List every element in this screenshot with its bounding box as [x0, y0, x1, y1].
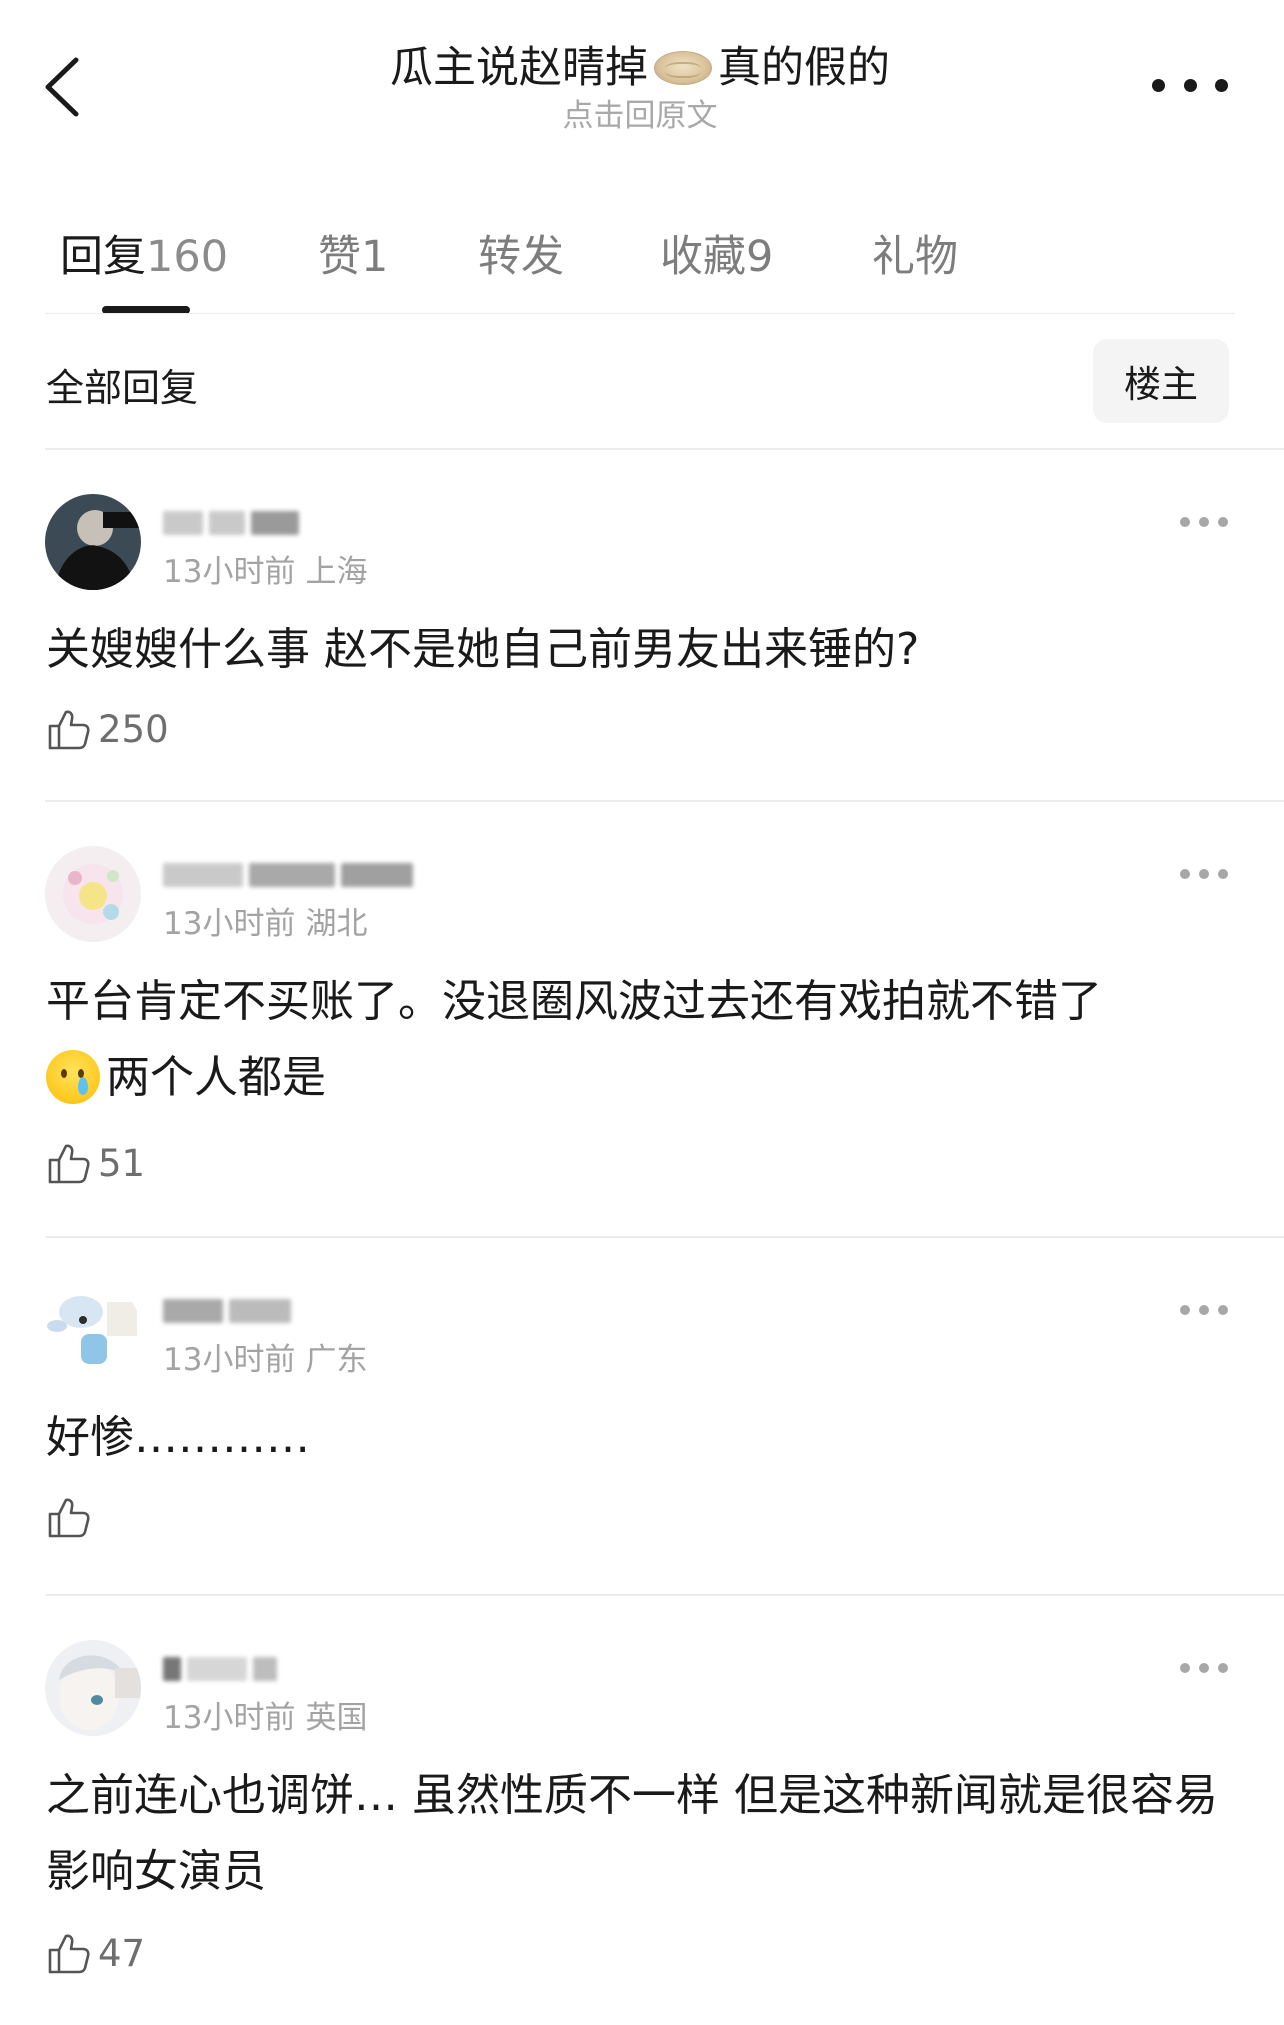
divider: [45, 448, 1284, 450]
comment-more-button[interactable]: [1180, 1302, 1228, 1318]
comment-time: 13小时前: [163, 1342, 296, 1378]
post-title-text-start: 瓜主说赵晴掉: [390, 43, 648, 93]
avatar-image: [45, 846, 141, 942]
username-blurred[interactable]: [163, 1652, 277, 1686]
thumbs-up-icon: [48, 1934, 90, 1974]
more-options-button[interactable]: [1152, 70, 1228, 100]
reply-filter-row: 全部回复 楼主: [0, 335, 1284, 445]
tab-replies-count: 160: [146, 232, 229, 282]
divider: [45, 1594, 1284, 1596]
tab-likes-count: 1: [361, 232, 389, 282]
tab-bar: 回复160 赞1 转发 收藏9 礼物: [0, 210, 1284, 315]
username-blurred[interactable]: [163, 858, 413, 892]
avatar[interactable]: [45, 1282, 141, 1378]
tab-gifts[interactable]: 礼物: [872, 222, 958, 284]
like-count: 47: [98, 1931, 146, 1975]
dot-icon: [1152, 78, 1165, 92]
title-block: 瓜主说赵晴掉 真的假的 点击回原文: [300, 40, 980, 136]
avatar-image: [45, 494, 141, 590]
thumbs-up-icon: [48, 1498, 90, 1538]
comment-time: 13小时前: [163, 1700, 296, 1736]
post-title-text-end: 真的假的: [718, 43, 890, 93]
like-button[interactable]: [46, 1494, 98, 1540]
all-replies-label[interactable]: 全部回复: [46, 357, 198, 412]
thumbs-up-icon: [48, 710, 90, 750]
thumbs-up-icon: [48, 1144, 90, 1184]
avatar[interactable]: [45, 494, 141, 590]
tab-likes-label: 赞: [318, 232, 361, 282]
avatar-image: [45, 1640, 141, 1736]
comment-meta: 13小时前 广东: [163, 1334, 367, 1379]
dot-icon: [1183, 78, 1197, 92]
chevron-left-icon: [45, 57, 79, 117]
divider: [45, 800, 1284, 802]
tab-replies[interactable]: 回复160: [60, 222, 228, 284]
tab-divider: [45, 313, 1235, 314]
username-blurred[interactable]: [163, 506, 299, 540]
username-blurred[interactable]: [163, 1294, 291, 1328]
comment-text: 关嫂嫂什么事 赵不是她自己前男友出来锤的?: [46, 624, 920, 675]
tab-reposts[interactable]: 转发: [478, 222, 564, 284]
op-only-button[interactable]: 楼主: [1093, 339, 1229, 423]
comment-location: 广东: [305, 1342, 368, 1378]
pancake-emoji-icon: [654, 51, 712, 85]
comment-more-button[interactable]: [1180, 514, 1228, 530]
comment-text: 好惨…………: [46, 1412, 310, 1463]
avatar-image: [45, 1282, 141, 1378]
avatar[interactable]: [45, 846, 141, 942]
dot-icon: [1215, 78, 1228, 92]
tab-reposts-label: 转发: [478, 232, 564, 282]
comment-time: 13小时前: [163, 554, 296, 590]
comment-meta: 13小时前 英国: [163, 1692, 367, 1737]
comment-meta: 13小时前 上海: [163, 546, 367, 591]
comment-more-button[interactable]: [1180, 866, 1228, 882]
post-title[interactable]: 瓜主说赵晴掉 真的假的: [390, 40, 890, 96]
tab-likes[interactable]: 赞1: [318, 222, 388, 284]
tab-favorites[interactable]: 收藏9: [660, 222, 773, 284]
top-bar: 瓜主说赵晴掉 真的假的 点击回原文: [0, 0, 1284, 170]
like-count: 51: [98, 1141, 146, 1185]
comment-more-button[interactable]: [1180, 1660, 1228, 1676]
comment-text: 之前连心也调饼… 虽然性质不一样 但是这种新闻就是很容易影响女演员: [46, 1770, 1218, 1897]
tab-favorites-label: 收藏: [660, 232, 746, 282]
tab-replies-label: 回复: [60, 232, 146, 282]
comment-text: 平台肯定不买账了。没退圈风波过去还有戏拍就不错了 两个人都是: [46, 964, 1226, 1116]
divider: [45, 1236, 1284, 1238]
like-button[interactable]: 47: [46, 1930, 145, 1976]
comment-text-line2: 两个人都是: [106, 1052, 326, 1103]
view-original-link[interactable]: 点击回原文: [300, 96, 980, 136]
comment-location: 英国: [305, 1700, 368, 1736]
avatar[interactable]: [45, 1640, 141, 1736]
crying-face-icon: [46, 1050, 100, 1104]
tab-favorites-count: 9: [746, 232, 774, 282]
back-button[interactable]: [40, 52, 90, 122]
like-count: 250: [98, 707, 169, 751]
comment-location: 湖北: [305, 906, 368, 942]
like-button[interactable]: 51: [46, 1140, 145, 1186]
comment-text-line1: 平台肯定不买账了。没退圈风波过去还有戏拍就不错了: [46, 976, 1102, 1027]
comment-time: 13小时前: [163, 906, 296, 942]
comment-location: 上海: [305, 554, 368, 590]
comment-meta: 13小时前 湖北: [163, 898, 367, 943]
like-button[interactable]: 250: [46, 706, 169, 752]
tab-gifts-label: 礼物: [872, 232, 958, 282]
